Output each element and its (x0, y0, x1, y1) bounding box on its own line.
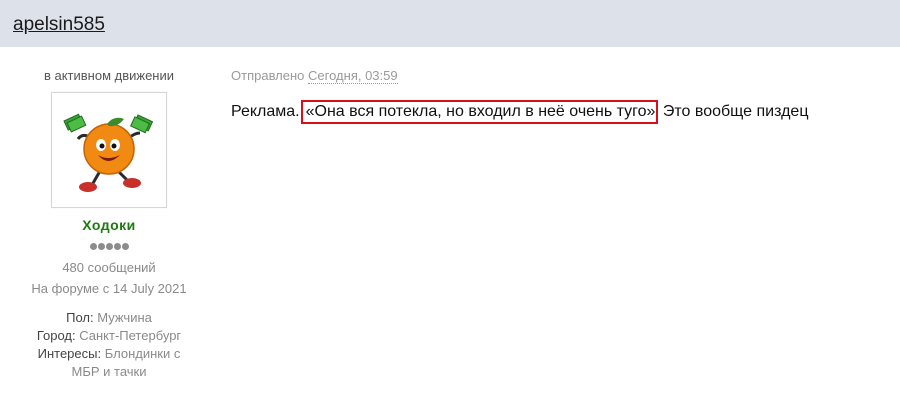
profile-field-interests: Интересы: Блондинки с МБР и тачки (0, 345, 218, 381)
profile-field-gender: Пол: Мужчина (0, 309, 218, 327)
orange-mascot-icon (63, 113, 154, 192)
post-body: Реклама. «Она вся потекла, но входил в не… (231, 100, 809, 124)
post-date[interactable]: Сегодня, 03:59 (308, 68, 398, 84)
highlighted-quote: «Она вся потекла, но входил в неё очень … (300, 100, 659, 124)
post-count: 480 сообщений (62, 260, 156, 275)
username-link[interactable]: apelsin585 (13, 14, 105, 36)
post-text-after: Это вообще пиздец (662, 103, 809, 120)
rank-pip (121, 243, 129, 250)
field-value: Мужчина (97, 310, 152, 325)
post-header: apelsin585 (0, 0, 900, 47)
field-label: Город: (36, 328, 76, 343)
rank-pips (0, 237, 218, 253)
profile-fields: Пол: Мужчина Город: Санкт-Петербург Инте… (0, 309, 218, 381)
field-value: Санкт-Петербург (79, 328, 182, 343)
user-status: в активном движении (43, 68, 175, 83)
rank-pip (105, 243, 113, 250)
rank-pip (113, 243, 121, 250)
user-group: Ходоки (82, 217, 136, 233)
field-label: Интересы: (37, 346, 102, 361)
post-meta: Отправлено Сегодня, 03:59 (231, 68, 398, 84)
profile-field-city: Город: Санкт-Петербург (0, 327, 218, 345)
join-date: На форуме с 14 July 2021 (31, 281, 187, 296)
posted-label: Отправлено (231, 68, 305, 83)
rank-pip (97, 243, 105, 250)
avatar[interactable] (51, 92, 167, 208)
rank-pip (89, 243, 97, 250)
field-label: Пол: (66, 310, 94, 325)
post-text-before: Реклама. (231, 103, 300, 120)
